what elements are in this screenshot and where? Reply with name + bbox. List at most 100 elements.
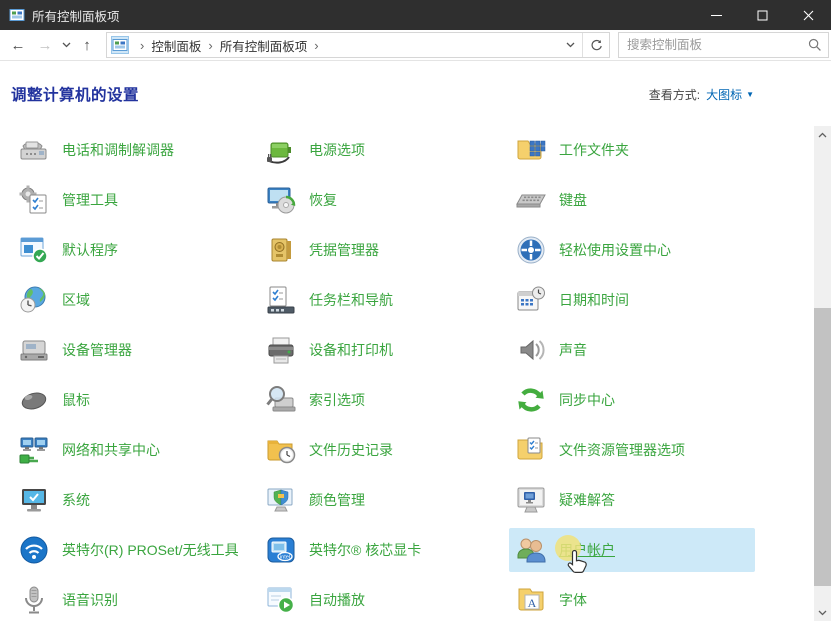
item-label: 键盘 — [559, 191, 587, 209]
control-panel-item[interactable]: 日期和时间 — [515, 275, 811, 325]
date-time-icon — [515, 284, 547, 316]
item-label: 疑难解答 — [559, 491, 615, 509]
items-area: 电话和调制解调器 电源选项 工作文件夹 管理工具 恢复 键盘 默认程序 凭据管理… — [0, 125, 814, 621]
item-label: 管理工具 — [62, 191, 118, 209]
ease-of-access-icon — [515, 234, 547, 266]
breadcrumb-control-panel[interactable]: 控制面板 — [151, 36, 201, 55]
breadcrumb-app-icon[interactable] — [111, 36, 129, 54]
control-panel-item[interactable]: 文件历史记录 — [265, 425, 515, 475]
scrollbar[interactable] — [814, 126, 831, 621]
address-bar[interactable]: › 控制面板 › 所有控制面板项 › — [106, 32, 610, 58]
control-panel-item[interactable]: 恢复 — [265, 175, 515, 225]
item-label: 凭据管理器 — [309, 241, 379, 259]
item-label: 自动播放 — [309, 591, 365, 609]
intel-proset-wireless-icon — [18, 534, 50, 566]
control-panel-item[interactable]: 用户帐户 — [509, 528, 755, 572]
svg-text:intel: intel — [280, 555, 290, 561]
system-icon — [18, 484, 50, 516]
control-panel-item[interactable]: 同步中心 — [515, 375, 811, 425]
sound-icon — [515, 334, 547, 366]
control-panel-item[interactable]: 网络和共享中心 — [18, 425, 265, 475]
caret-down-icon: ▼ — [746, 91, 754, 99]
scrollbar-thumb[interactable] — [814, 308, 831, 586]
items-grid: 电话和调制解调器 电源选项 工作文件夹 管理工具 恢复 键盘 默认程序 凭据管理… — [18, 125, 811, 621]
default-programs-icon — [18, 234, 50, 266]
autoplay-icon — [265, 584, 297, 616]
control-panel-item[interactable]: 自动播放 — [265, 575, 515, 621]
up-icon: ↑ — [83, 37, 91, 54]
control-panel-item[interactable]: intel 英特尔® 核芯显卡 — [265, 525, 515, 575]
control-panel-item[interactable]: 工作文件夹 — [515, 125, 811, 175]
control-panel-item[interactable]: 区域 — [18, 275, 265, 325]
user-accounts-icon — [515, 534, 547, 566]
chevron-up-icon — [818, 132, 827, 138]
recent-pages-button[interactable] — [58, 31, 74, 59]
view-by-dropdown[interactable]: 大图标 ▼ — [706, 86, 754, 103]
file-history-icon — [265, 434, 297, 466]
item-label: 日期和时间 — [559, 291, 629, 309]
item-label: 轻松使用设置中心 — [559, 241, 671, 259]
credential-manager-icon — [265, 234, 297, 266]
maximize-button[interactable] — [739, 0, 785, 30]
view-by-value: 大图标 — [706, 86, 742, 103]
breadcrumb-separator: › — [201, 38, 219, 53]
item-label: 恢复 — [309, 191, 337, 209]
scroll-up-button[interactable] — [814, 126, 831, 143]
control-panel-app-icon — [9, 7, 25, 23]
view-by-label: 查看方式: — [649, 86, 700, 103]
item-label: 颜色管理 — [309, 491, 365, 509]
item-label: 语音识别 — [62, 591, 118, 609]
search-icon[interactable] — [802, 38, 828, 52]
chevron-down-icon — [818, 610, 827, 616]
item-label: 字体 — [559, 591, 587, 609]
control-panel-item[interactable]: 语音识别 — [18, 575, 265, 621]
control-panel-item[interactable]: 轻松使用设置中心 — [515, 225, 811, 275]
control-panel-item[interactable]: 电话和调制解调器 — [18, 125, 265, 175]
control-panel-item[interactable]: 疑难解答 — [515, 475, 811, 525]
item-label: 默认程序 — [62, 241, 118, 259]
control-panel-item[interactable]: 设备管理器 — [18, 325, 265, 375]
indexing-options-icon — [265, 384, 297, 416]
window-title: 所有控制面板项 — [32, 6, 693, 25]
control-panel-item[interactable]: 任务栏和导航 — [265, 275, 515, 325]
control-panel-item[interactable]: 电源选项 — [265, 125, 515, 175]
address-dropdown-button[interactable] — [558, 33, 582, 57]
troubleshooting-icon — [515, 484, 547, 516]
close-button[interactable] — [785, 0, 831, 30]
control-panel-item[interactable]: 声音 — [515, 325, 811, 375]
navigation-bar: ← → ↑ › 控制面板 › 所有控制面板项 › — [0, 30, 831, 61]
keyboard-icon — [515, 184, 547, 216]
up-button[interactable]: ↑ — [74, 31, 100, 59]
control-panel-item[interactable]: 颜色管理 — [265, 475, 515, 525]
control-panel-window: 所有控制面板项 ← → ↑ › 控制面板 › 所有控制面板项 › — [0, 0, 831, 621]
control-panel-item[interactable]: A 字体 — [515, 575, 811, 621]
control-panel-item[interactable]: 文件资源管理器选项 — [515, 425, 811, 475]
control-panel-item[interactable]: 鼠标 — [18, 375, 265, 425]
scrollbar-track[interactable] — [814, 143, 831, 604]
control-panel-item[interactable]: 英特尔(R) PROSet/无线工具 — [18, 525, 265, 575]
search-box[interactable] — [618, 32, 829, 58]
control-panel-item[interactable]: 设备和打印机 — [265, 325, 515, 375]
control-panel-item[interactable]: 管理工具 — [18, 175, 265, 225]
forward-button[interactable]: → — [32, 31, 58, 59]
recovery-icon — [265, 184, 297, 216]
scroll-down-button[interactable] — [814, 604, 831, 621]
control-panel-item[interactable]: 默认程序 — [18, 225, 265, 275]
back-button[interactable]: ← — [4, 31, 32, 59]
search-input[interactable] — [619, 38, 802, 52]
refresh-button[interactable] — [582, 33, 609, 57]
control-panel-item[interactable]: 凭据管理器 — [265, 225, 515, 275]
item-label: 文件资源管理器选项 — [559, 441, 685, 459]
breadcrumb-all-items[interactable]: 所有控制面板项 — [220, 36, 308, 55]
control-panel-item[interactable]: 索引选项 — [265, 375, 515, 425]
item-label: 英特尔(R) PROSet/无线工具 — [62, 541, 239, 559]
network-sharing-icon — [18, 434, 50, 466]
item-label: 任务栏和导航 — [309, 291, 393, 309]
control-panel-item[interactable]: 键盘 — [515, 175, 811, 225]
chevron-down-icon — [566, 42, 575, 48]
power-options-icon — [265, 134, 297, 166]
control-panel-item[interactable]: 系统 — [18, 475, 265, 525]
minimize-button[interactable] — [693, 0, 739, 30]
view-by: 查看方式: 大图标 ▼ — [649, 86, 754, 103]
region-icon — [18, 284, 50, 316]
